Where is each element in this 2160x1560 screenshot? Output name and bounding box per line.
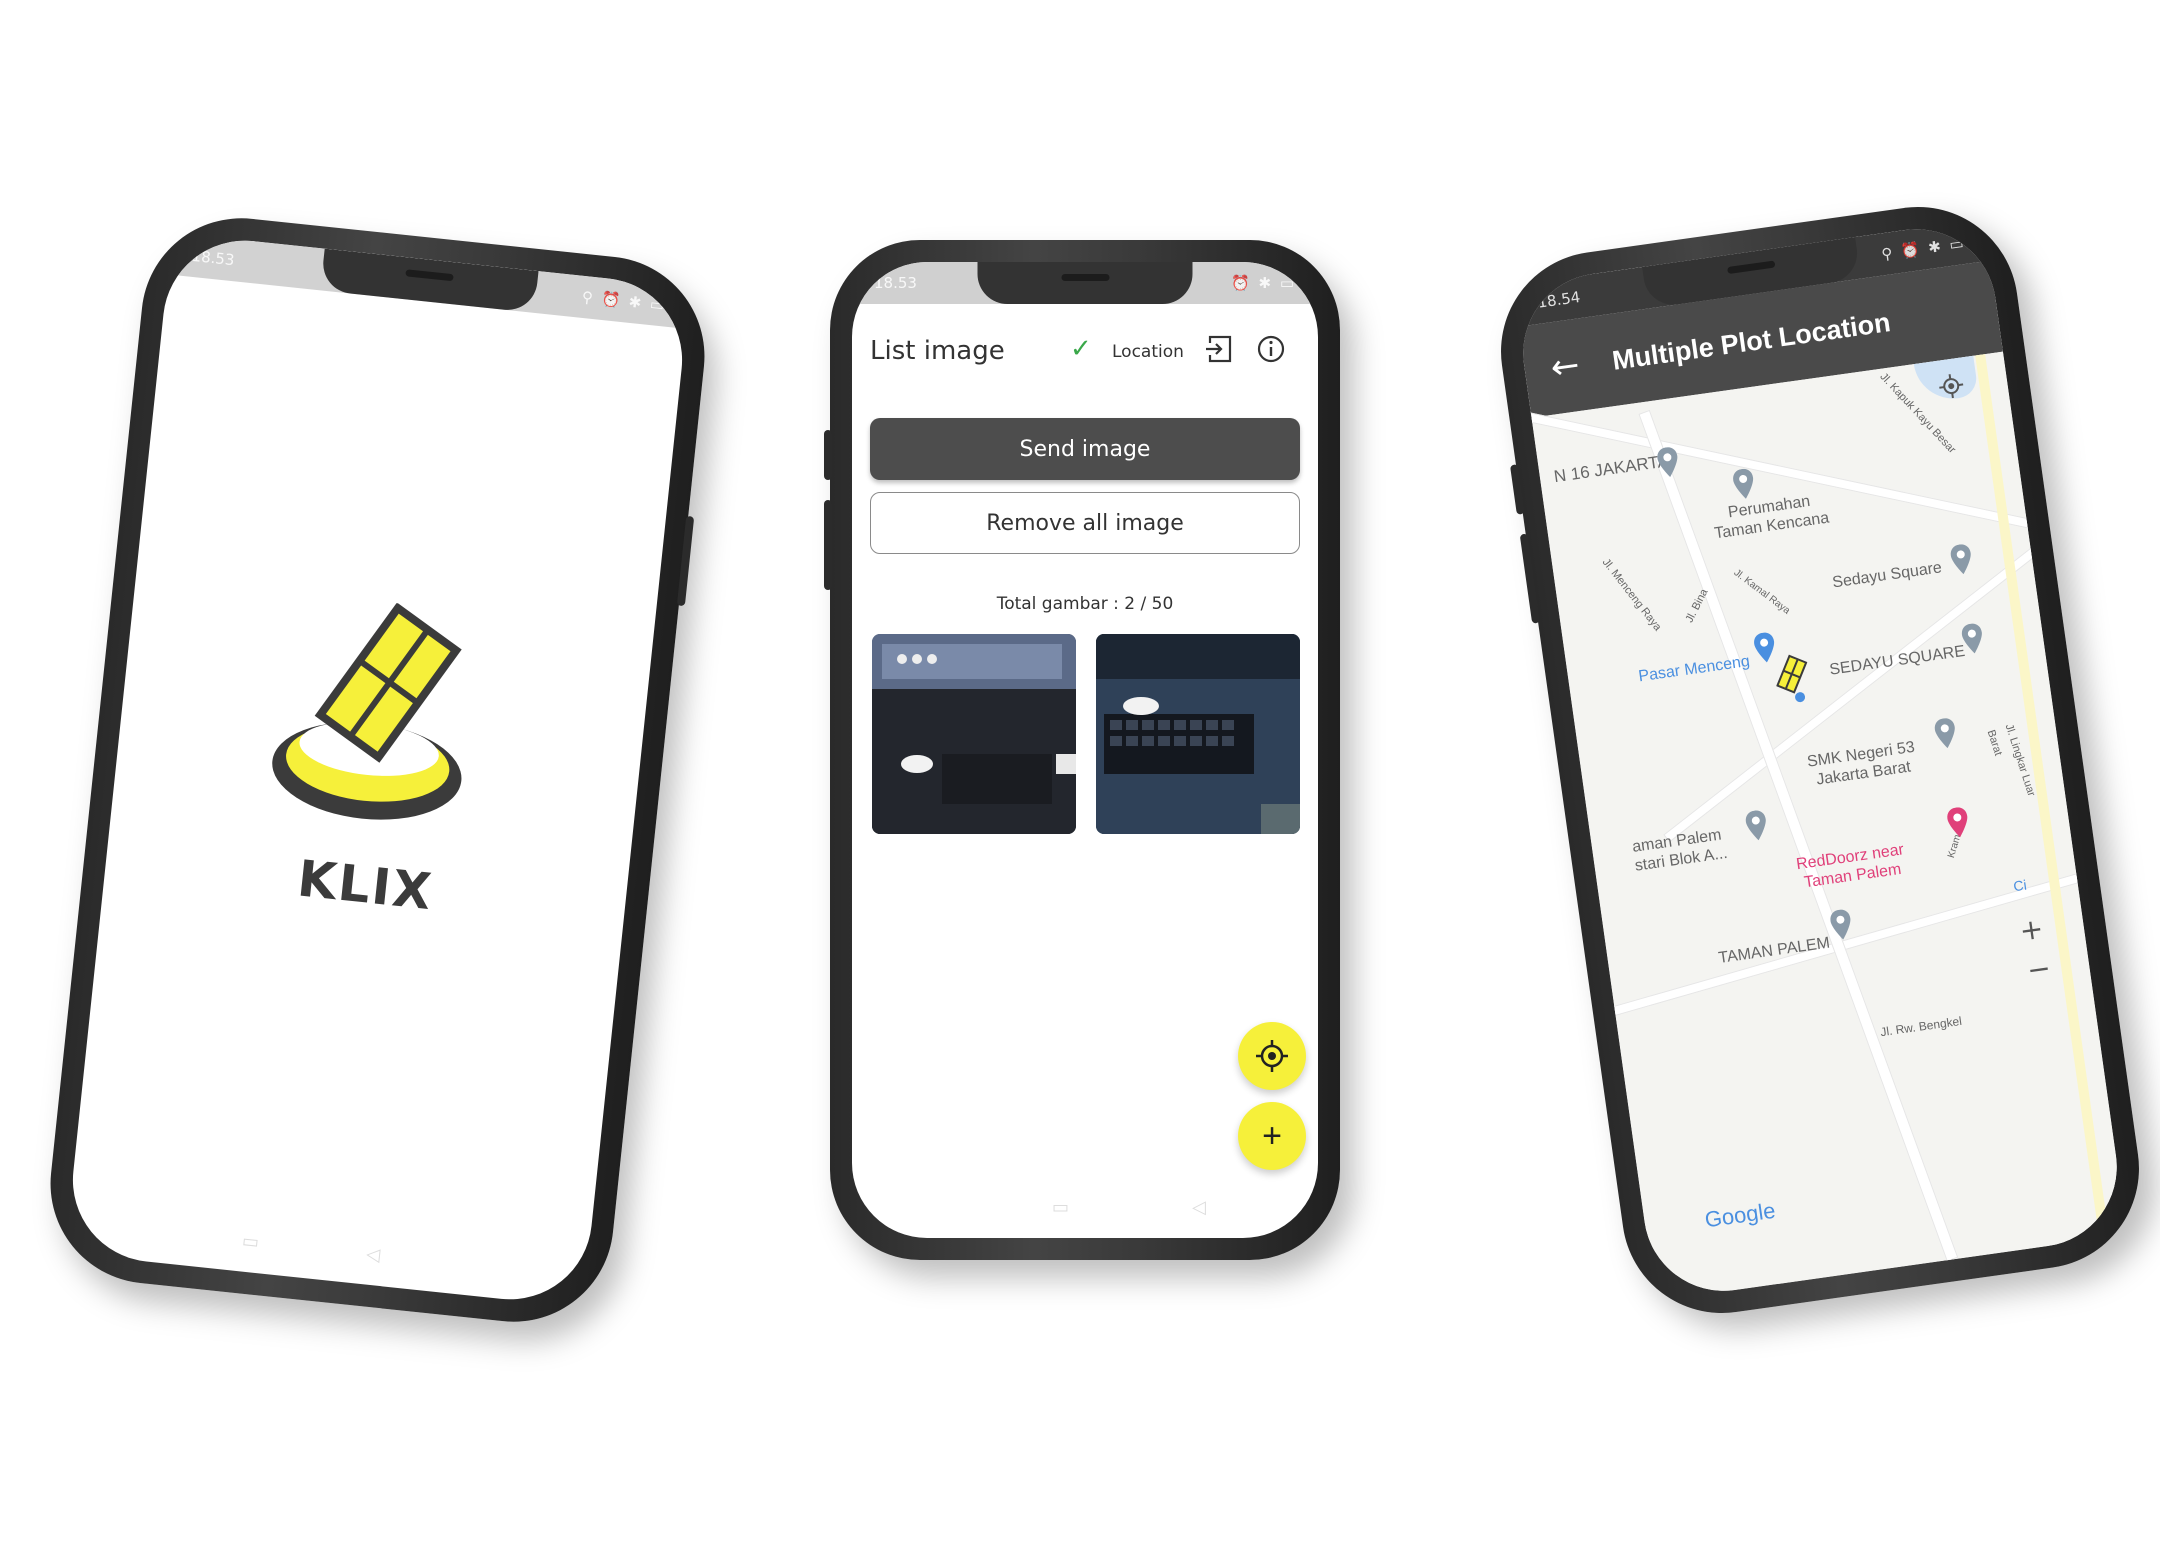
add-image-button[interactable]: + [1238,1102,1306,1170]
phone-list-image: 18.53 ⏰ ✱ ▭ List image ✓ Location Send i… [824,240,1340,1260]
klix-marker-icon[interactable] [1772,652,1813,706]
road-label: Jl. Menceng Raya [1599,556,1664,634]
place-label: Ci [2012,876,2028,895]
place-label: SEDAYU SQUARE [1828,642,1967,679]
send-image-button[interactable]: Send image [870,418,1300,480]
status-time: 18.53 [190,246,236,270]
image-thumbnail[interactable] [1096,634,1300,834]
logout-icon[interactable] [1202,332,1236,366]
brand-wordmark: KLIX [294,849,436,922]
app-bar: List image ✓ Location [852,322,1318,382]
map-pin-icon[interactable] [1655,446,1681,479]
place-label: N 16 JAKARTA [1552,451,1670,487]
map-pin-icon[interactable] [1948,543,1974,576]
location-status[interactable]: Location [1112,342,1184,362]
speaker [1726,260,1776,275]
page-title: Multiple Plot Location [1610,307,1893,376]
volume-down-button [824,500,832,590]
google-wordmark: Google [1703,1197,1777,1233]
nav-back-icon[interactable]: ◁ [1192,1197,1206,1218]
google-logo: Google [1703,1198,1777,1234]
klix-logo-icon [272,602,462,820]
status-time: 18.54 [1536,287,1582,312]
place-label: aman Palem stari Blok A... [1631,825,1729,876]
notch [977,262,1193,304]
status-icons: ⏰ ✱ ▭ [1231,274,1296,292]
place-label: SMK Negeri 53 Jakarta Barat [1806,738,1919,791]
speaker [405,269,454,282]
volume-up-button [824,430,832,480]
gps-target-icon [1256,1040,1288,1072]
status-icons: ⚲ ⏰ ✱ ▭ [580,287,668,315]
map-screen: 18.54 ⚲ ⏰ ✱ ▭ ← Multiple Plot Location N… [1512,218,2128,1302]
nav-home-icon[interactable]: ▭ [1052,1197,1069,1218]
zoom-in-button[interactable]: + [2017,912,2045,948]
keyboard-photo [1096,634,1300,834]
place-label: Sedayu Square [1831,559,1943,592]
phone-map: 18.54 ⚲ ⏰ ✱ ▭ ← Multiple Plot Location N… [1488,194,2152,1326]
laptop-photo [872,634,1076,834]
remove-all-image-button[interactable]: Remove all image [870,492,1300,554]
place-label: Perumahan Taman Kencana [1711,490,1831,544]
map-pin-icon[interactable] [1744,809,1770,842]
locate-me-button[interactable] [1238,1022,1306,1090]
place-label: RedDoorz near Taman Palem [1795,840,1908,893]
status-icons: ⚲ ⏰ ✱ ▭ [1880,233,1967,264]
phone-splash: 18.53 ⚲ ⏰ ✱ ▭ KLIX ▭ ◁ [40,208,715,1332]
nav-home-icon[interactable]: ▭ [241,1230,260,1253]
check-icon: ✓ [1070,334,1092,364]
image-count: Total gambar : 2 / 50 [996,594,1174,614]
my-location-icon[interactable] [1934,369,1968,403]
plus-icon: + [1262,1117,1282,1155]
road-label: Jl. Rw. Bengkel [1879,1013,1963,1040]
school-pin-icon[interactable] [1933,717,1959,750]
road-label: Jl. Kamal Raya [1731,567,1792,617]
status-time: 18.53 [874,274,917,292]
splash-screen: 18.53 ⚲ ⏰ ✱ ▭ KLIX ▭ ◁ [64,232,691,1308]
list-image-screen: 18.53 ⏰ ✱ ▭ List image ✓ Location Send i… [852,262,1318,1238]
info-icon[interactable] [1254,332,1288,366]
nav-back-icon[interactable]: ◁ [365,1244,381,1266]
map-pin-icon[interactable] [1828,908,1854,941]
map-pin-icon[interactable] [1960,622,1986,655]
speaker [1061,274,1109,281]
zoom-out-button[interactable]: − [2025,951,2053,987]
hotel-pin-icon[interactable] [1945,806,1971,839]
map-pin-icon[interactable] [1731,468,1757,501]
place-label: Pasar Menceng [1637,652,1751,686]
page-title: List image [870,336,1005,366]
image-thumbnail[interactable] [872,634,1076,834]
back-arrow-icon[interactable]: ← [1548,345,1582,389]
